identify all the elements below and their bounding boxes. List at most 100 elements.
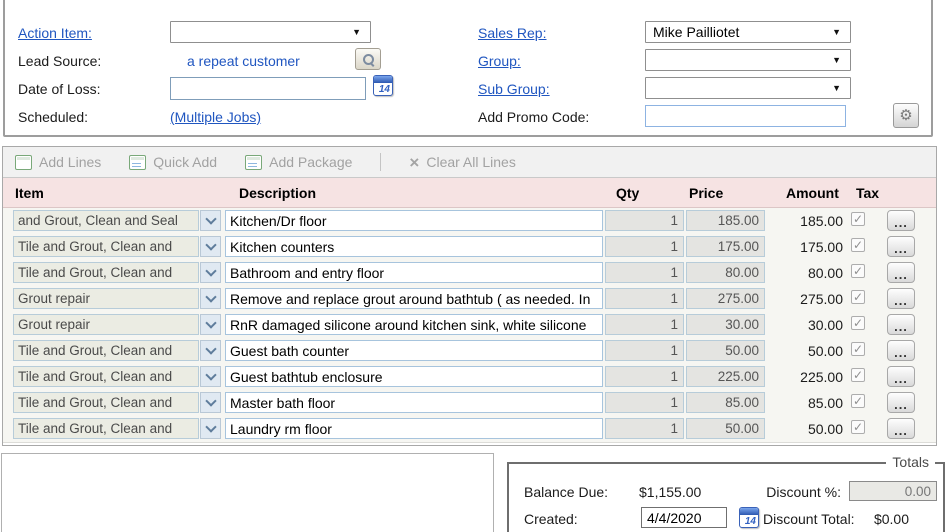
tax-checkbox[interactable]: ✓: [851, 394, 865, 408]
action-item-select[interactable]: ▼: [170, 21, 371, 43]
amount-value: 80.00: [763, 262, 843, 283]
qty-input[interactable]: [605, 236, 684, 257]
tax-checkbox[interactable]: ✓: [851, 420, 865, 434]
clear-all-lines-button[interactable]: × Clear All Lines: [409, 154, 515, 171]
item-chevron-down-icon[interactable]: [200, 314, 221, 335]
price-input[interactable]: [686, 366, 765, 387]
price-input[interactable]: [686, 288, 765, 309]
tax-checkbox[interactable]: ✓: [851, 316, 865, 330]
ellipsis-button[interactable]: ...: [887, 418, 915, 439]
calendar-icon[interactable]: 14: [373, 75, 393, 96]
add-lines-button[interactable]: Add Lines: [15, 154, 101, 170]
table-header-row: Item Description Qty Price Amount Tax: [3, 178, 936, 208]
quick-add-button[interactable]: Quick Add: [129, 154, 217, 170]
amount-value: 50.00: [763, 418, 843, 439]
tax-checkbox[interactable]: ✓: [851, 368, 865, 382]
discount-pct-input[interactable]: [849, 481, 937, 501]
description-input[interactable]: [225, 366, 603, 387]
item-chevron-down-icon[interactable]: [200, 340, 221, 361]
item-chevron-down-icon[interactable]: [200, 262, 221, 283]
item-chevron-down-icon[interactable]: [200, 288, 221, 309]
chevron-down-icon: ▼: [832, 55, 843, 65]
lead-source-search-button[interactable]: [355, 48, 381, 70]
date-of-loss-label: Date of Loss:: [18, 81, 101, 97]
qty-input[interactable]: [605, 288, 684, 309]
description-input[interactable]: [225, 314, 603, 335]
description-input[interactable]: [225, 236, 603, 257]
quick-add-icon: [129, 155, 146, 170]
qty-input[interactable]: [605, 392, 684, 413]
tax-checkbox[interactable]: ✓: [851, 342, 865, 356]
tax-checkbox[interactable]: ✓: [851, 264, 865, 278]
notes-box: [1, 453, 494, 532]
price-input[interactable]: [686, 392, 765, 413]
ellipsis-button[interactable]: ...: [887, 366, 915, 387]
price-input[interactable]: [686, 418, 765, 439]
date-of-loss-input[interactable]: [170, 77, 366, 100]
sales-rep-selected: Mike Pailliotet: [653, 24, 739, 40]
ellipsis-button[interactable]: ...: [887, 314, 915, 335]
created-date-input[interactable]: [641, 507, 727, 528]
item-input[interactable]: [13, 314, 199, 335]
item-input[interactable]: [13, 418, 199, 439]
item-input[interactable]: [13, 366, 199, 387]
ellipsis-button[interactable]: ...: [887, 340, 915, 361]
description-input[interactable]: [225, 262, 603, 283]
group-link[interactable]: Group:: [478, 53, 521, 69]
header-description: Description: [239, 185, 316, 201]
tax-checkbox[interactable]: ✓: [851, 290, 865, 304]
sales-rep-select[interactable]: Mike Pailliotet ▼: [645, 21, 851, 43]
price-input[interactable]: [686, 262, 765, 283]
tax-checkbox[interactable]: ✓: [851, 212, 865, 226]
qty-input[interactable]: [605, 418, 684, 439]
promo-apply-button[interactable]: ⚙: [893, 103, 919, 128]
price-input[interactable]: [686, 340, 765, 361]
item-input[interactable]: [13, 340, 199, 361]
price-input[interactable]: [686, 210, 765, 231]
item-chevron-down-icon[interactable]: [200, 418, 221, 439]
ellipsis-button[interactable]: ...: [887, 236, 915, 257]
sub-group-link[interactable]: Sub Group:: [478, 81, 550, 97]
description-input[interactable]: [225, 288, 603, 309]
qty-input[interactable]: [605, 366, 684, 387]
misc-info-fieldset: Miscellaneous Information Action Item: ▼…: [3, 0, 933, 137]
item-chevron-down-icon[interactable]: [200, 392, 221, 413]
qty-input[interactable]: [605, 340, 684, 361]
amount-value: 275.00: [763, 288, 843, 309]
group-select[interactable]: ▼: [645, 49, 851, 71]
item-chevron-down-icon[interactable]: [200, 366, 221, 387]
item-input[interactable]: [13, 392, 199, 413]
discount-pct-label: Discount %:: [749, 484, 841, 500]
multiple-jobs-link[interactable]: (Multiple Jobs): [170, 109, 261, 125]
description-input[interactable]: [225, 210, 603, 231]
promo-code-input[interactable]: [645, 105, 846, 127]
item-chevron-down-icon[interactable]: [200, 210, 221, 231]
check-icon: ✓: [853, 317, 863, 329]
ellipsis-button[interactable]: ...: [887, 262, 915, 283]
ellipsis-button[interactable]: ...: [887, 288, 915, 309]
discount-total-value: $0.00: [819, 511, 909, 527]
description-input[interactable]: [225, 340, 603, 361]
calendar-icon[interactable]: 14: [739, 507, 759, 528]
qty-input[interactable]: [605, 314, 684, 335]
balance-due-value: $1,155.00: [639, 484, 701, 500]
qty-input[interactable]: [605, 210, 684, 231]
description-input[interactable]: [225, 392, 603, 413]
price-input[interactable]: [686, 236, 765, 257]
item-input[interactable]: [13, 210, 199, 231]
description-input[interactable]: [225, 418, 603, 439]
price-input[interactable]: [686, 314, 765, 335]
item-input[interactable]: [13, 262, 199, 283]
amount-value: 85.00: [763, 392, 843, 413]
action-item-link[interactable]: Action Item:: [18, 25, 92, 41]
item-chevron-down-icon[interactable]: [200, 236, 221, 257]
ellipsis-button[interactable]: ...: [887, 210, 915, 231]
sales-rep-link[interactable]: Sales Rep:: [478, 25, 546, 41]
qty-input[interactable]: [605, 262, 684, 283]
ellipsis-button[interactable]: ...: [887, 392, 915, 413]
add-package-button[interactable]: Add Package: [245, 154, 352, 170]
item-input[interactable]: [13, 288, 199, 309]
item-input[interactable]: [13, 236, 199, 257]
tax-checkbox[interactable]: ✓: [851, 238, 865, 252]
sub-group-select[interactable]: ▼: [645, 77, 851, 99]
